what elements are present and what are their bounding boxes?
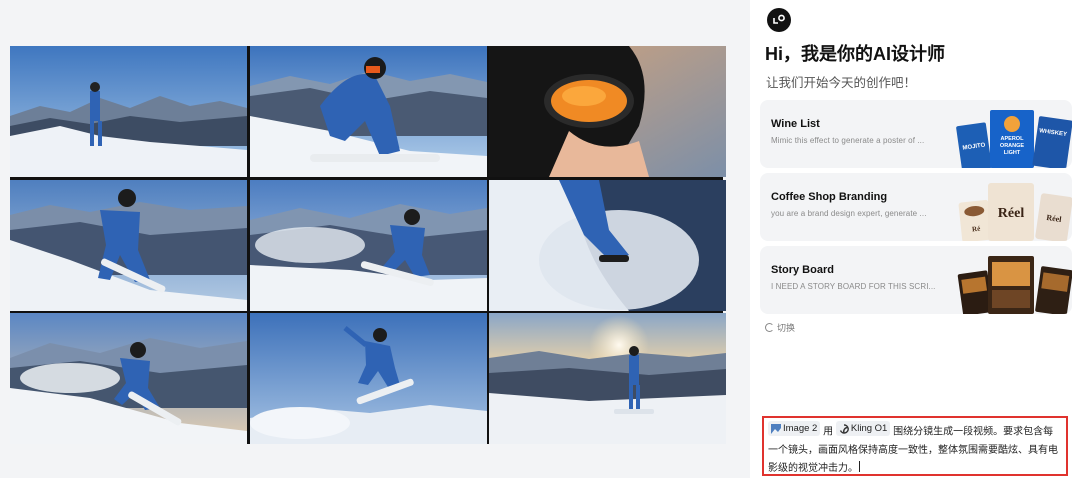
prompt-word-use: 用 <box>823 426 834 438</box>
greeting-subtitle: 让我们开始今天的创作吧！ <box>766 76 917 90</box>
storyboard-image-6[interactable] <box>489 179 726 311</box>
image-reference-chip[interactable]: Image 2 <box>768 421 821 436</box>
card-description: Mimic this effect to generate a poster o… <box>771 136 925 145</box>
card-title: Wine List <box>771 118 820 130</box>
text-caret <box>859 460 860 472</box>
ai-designer-panel: Hi，我是你的AI设计师 让我们开始今天的创作吧！ Wine List Mimi… <box>750 0 1080 478</box>
switch-label: 切换 <box>777 323 796 333</box>
template-card-story-board[interactable]: Story Board I NEED A STORY BOARD FOR THI… <box>760 246 1072 314</box>
storyboard-image-8[interactable] <box>249 313 487 444</box>
template-card-wine-list[interactable]: Wine List Mimic this effect to generate … <box>760 100 1072 168</box>
canvas-area <box>0 0 750 478</box>
storyboard-image-7[interactable] <box>10 313 247 444</box>
storyboard-image-2[interactable] <box>249 46 487 177</box>
storyboard-image-1[interactable] <box>10 46 247 177</box>
storyboard-image-4[interactable] <box>10 179 247 311</box>
wine-list-poster-thumbnails: MOJITO APEROL ORANGE LIGHT WHISKEY <box>952 100 1072 168</box>
template-card-coffee-shop-branding[interactable]: Coffee Shop Branding you are a brand des… <box>760 173 1072 241</box>
app-logo-icon[interactable] <box>767 8 791 32</box>
card-description: I NEED A STORY BOARD FOR THIS SCRI... <box>771 282 936 291</box>
svg-text:LIGHT: LIGHT <box>1004 150 1021 156</box>
card-description: you are a brand design expert, generate … <box>771 209 927 218</box>
storyboard-thumbnails <box>952 246 1072 314</box>
kling-model-icon <box>839 423 849 434</box>
card-title: Coffee Shop Branding <box>771 191 888 203</box>
poster-text-aperol: APEROL <box>1001 136 1025 142</box>
brand-logo-reel: Réel <box>998 206 1025 221</box>
card-title: Story Board <box>771 264 834 276</box>
storyboard-image-9[interactable] <box>489 313 726 444</box>
image-thumbnail-icon <box>771 423 781 434</box>
storyboard-image-3[interactable] <box>489 46 726 177</box>
refresh-icon <box>765 323 774 332</box>
switch-templates-button[interactable]: 切换 <box>765 321 795 334</box>
greeting-title: Hi，我是你的AI设计师 <box>765 44 945 64</box>
coffee-branding-thumbnails: Ré Réel Réel <box>952 173 1072 241</box>
svg-text:Ré: Ré <box>972 225 981 234</box>
prompt-input[interactable]: Image 2 用 Kling O1 围绕分镜生成一段视频。要求包含每一个镜头，… <box>762 416 1068 476</box>
storyboard-image-grid[interactable] <box>10 46 726 444</box>
storyboard-image-5[interactable] <box>249 179 487 311</box>
svg-text:ORANGE: ORANGE <box>1000 143 1024 149</box>
model-reference-chip[interactable]: Kling O1 <box>835 421 891 436</box>
